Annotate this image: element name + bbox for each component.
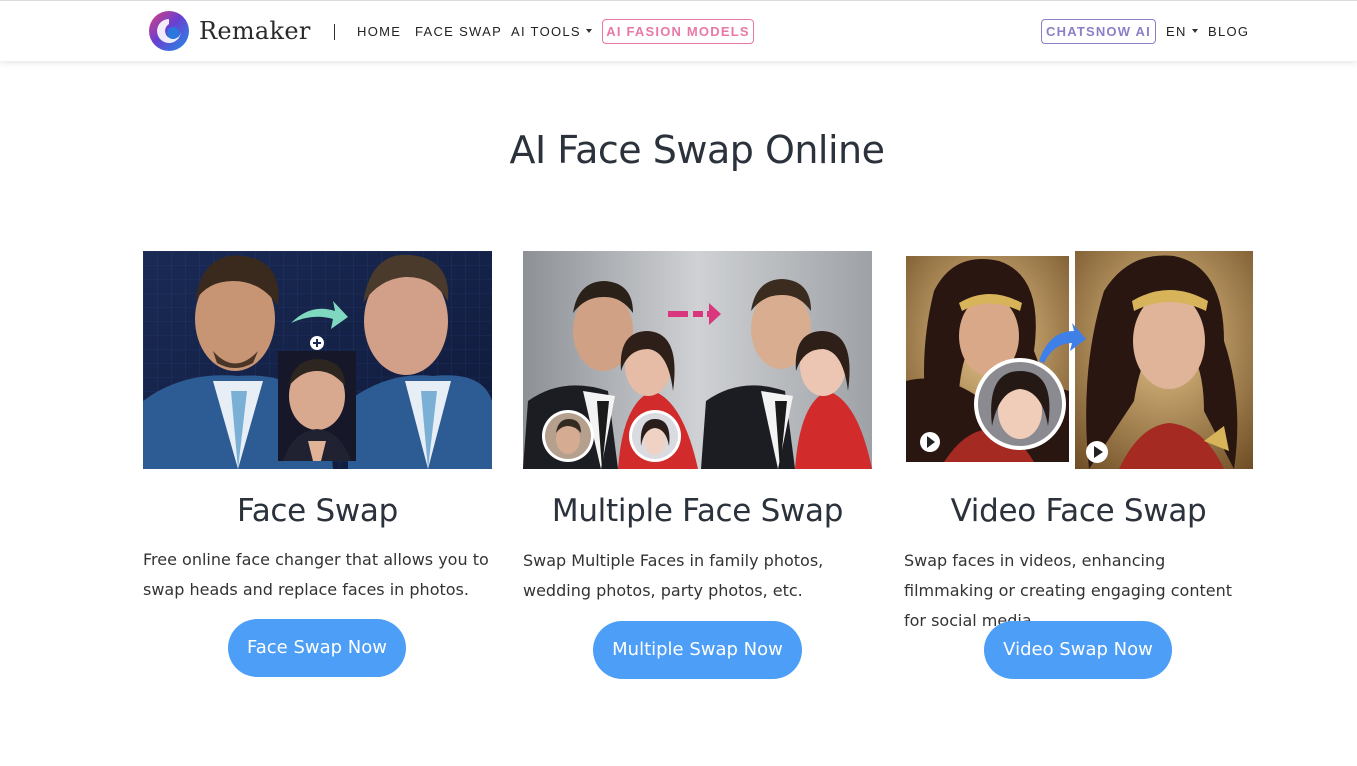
card-video-face-swap: Video Face Swap Swap faces in videos, en… <box>904 251 1253 679</box>
brand-logo[interactable]: Remaker <box>148 10 311 52</box>
language-selector[interactable]: EN <box>1166 24 1198 40</box>
card-description: Free online face changer that allows you… <box>143 550 489 599</box>
card-title: Video Face Swap <box>950 493 1207 529</box>
chevron-down-icon <box>585 29 592 33</box>
card-multiple-face-swap: Multiple Face Swap Swap Multiple Faces i… <box>523 251 872 679</box>
video-face-swap-illustration <box>904 251 1253 469</box>
top-navbar: Remaker HOME FACE SWAP AI TOOLS AI FASIO… <box>0 0 1357 61</box>
multiple-swap-now-button[interactable]: Multiple Swap Now <box>593 621 802 679</box>
page-title: AI Face Swap Online <box>509 128 885 172</box>
face-swap-image[interactable] <box>143 251 492 469</box>
nav-ai-tools[interactable]: AI TOOLS <box>511 24 592 40</box>
nav-ai-tools-label: AI TOOLS <box>511 24 581 39</box>
multiple-face-swap-image[interactable] <box>523 251 872 469</box>
nav-face-swap[interactable]: FACE SWAP <box>415 24 502 40</box>
remaker-logo-icon <box>149 11 189 51</box>
nav-ai-fasion-models[interactable]: AI FASION MODELS <box>602 19 754 44</box>
face-swap-now-button[interactable]: Face Swap Now <box>228 619 406 677</box>
nav-home[interactable]: HOME <box>357 24 401 40</box>
nav-chatsnow-ai[interactable]: CHATSNOW AI <box>1041 19 1156 44</box>
card-title: Face Swap <box>237 493 398 529</box>
video-face-swap-image[interactable] <box>904 251 1253 469</box>
nav-blog[interactable]: BLOG <box>1208 24 1249 40</box>
chevron-down-icon <box>1191 29 1198 33</box>
nav-divider <box>334 24 335 40</box>
face-swap-illustration <box>143 251 492 469</box>
card-title: Multiple Face Swap <box>551 493 844 529</box>
video-swap-now-button[interactable]: Video Swap Now <box>984 621 1172 679</box>
language-label: EN <box>1166 24 1187 39</box>
card-description: Swap Multiple Faces in family photos, we… <box>523 551 824 600</box>
brand-name: Remaker <box>199 17 311 45</box>
card-face-swap: Face Swap Free online face changer that … <box>143 251 492 677</box>
multiple-face-swap-illustration <box>523 251 872 469</box>
